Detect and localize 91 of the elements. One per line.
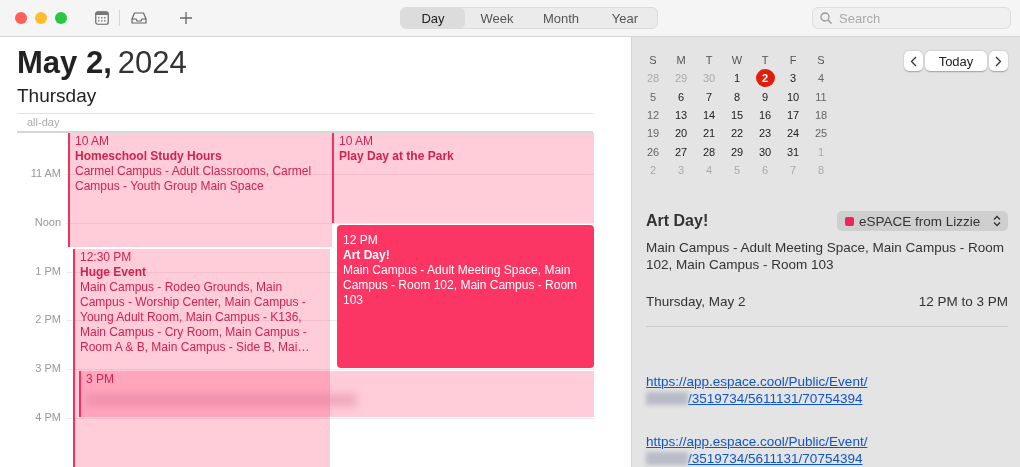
calendar-popup[interactable]: eSPACE from Lizzie [837, 211, 1008, 232]
calendar-day[interactable]: 4 [811, 69, 831, 88]
calendar-day[interactable]: 16 [755, 106, 775, 125]
hour-label: 1 PM [35, 264, 61, 277]
calendar-day[interactable]: 8 [727, 87, 747, 106]
date-heading: May 2, [17, 45, 112, 81]
event-time: 10 AM [75, 134, 111, 149]
calendar-day[interactable]: 19 [643, 124, 663, 143]
event-time: 12:30 PM [80, 250, 133, 265]
event-location: Main Campus - Adult Meeting Space, Main Campus - Room 102, Main Campus - Room 103 [646, 239, 1005, 274]
view-tab[interactable]: Week [465, 8, 529, 28]
calendar-event[interactable]: 12 PM Art Day! Main Campus - Adult Meeting Space, Main Campus - Room 102, Main Campus - Room 103 [337, 225, 594, 368]
calendar-day[interactable]: 24 [783, 124, 803, 143]
event-title: Play Day at the Park [339, 149, 455, 164]
calendar-day[interactable]: 11 [811, 87, 831, 106]
calendar-day[interactable]: 18 [811, 106, 831, 125]
calendar-event[interactable]: 10 AM Play Day at the Park [332, 133, 594, 223]
event-link[interactable]: https://app.espace.cool/Public/Event/ [646, 433, 868, 451]
next-button[interactable] [989, 51, 1008, 71]
event-link[interactable]: /3519734/5611131/70754394 [688, 390, 863, 408]
event-title: Art Day! [343, 248, 391, 263]
calendar-day[interactable]: 28 [699, 142, 719, 161]
view-tab[interactable]: Day [401, 8, 465, 28]
calendar-event[interactable] [73, 249, 330, 467]
weekday-header: T [760, 54, 770, 67]
calendar-day[interactable]: 6 [671, 87, 691, 106]
year-heading: 2024 [117, 45, 187, 81]
calendar-day[interactable]: 31 [783, 142, 803, 161]
blurred-text [646, 392, 688, 406]
weekday-label: Thursday [17, 85, 98, 107]
calendar-day[interactable]: 22 [727, 124, 747, 143]
hour-label: Noon [34, 215, 61, 228]
search-field[interactable]: Search [812, 7, 1011, 29]
calendar-day[interactable]: 25 [811, 124, 831, 143]
view-tab[interactable]: Year [593, 8, 657, 28]
add-icon[interactable] [180, 12, 192, 24]
weekday-header: W [730, 54, 744, 67]
chevron-right-icon [995, 55, 1002, 67]
calendar-day[interactable]: 23 [755, 124, 775, 143]
weekday-header: T [704, 54, 714, 67]
chevron-left-icon [910, 55, 917, 67]
calendar-day[interactable]: 15 [727, 106, 747, 125]
calendar-day[interactable]: 17 [783, 106, 803, 125]
hour-label: 2 PM [35, 313, 61, 326]
blurred-text [646, 452, 688, 466]
calendar-day[interactable]: 2 [755, 69, 775, 88]
calendar-day[interactable]: 1 [727, 69, 747, 88]
calendar-day[interactable]: 21 [699, 124, 719, 143]
weekday-header: S [648, 54, 658, 67]
event-title: Art Day! [646, 212, 709, 231]
calendar-day[interactable]: 12 [643, 106, 663, 125]
up-down-icon [993, 215, 1001, 228]
event-title: Huge Event [80, 265, 147, 280]
weekday-header: F [788, 54, 798, 67]
event-location: Carmel Campus - Adult Classrooms, Carmel Campus - Youth Group Main Space [75, 164, 313, 194]
hour-label: 11 AM [30, 167, 61, 179]
search-icon [820, 12, 832, 24]
event-link[interactable]: /3519734/5611131/70754394 [688, 450, 863, 467]
calendar-day[interactable]: 7 [699, 87, 719, 106]
event-location: Main Campus - Adult Meeting Space, Main Campus - Room 102, Main Campus - Room 103 [343, 263, 579, 308]
calendar-day[interactable]: 3 [783, 69, 803, 88]
all-day-label: all-day [27, 116, 60, 128]
event-date: Thursday, May 2 [646, 294, 746, 310]
calendar-day[interactable]: 9 [755, 87, 775, 106]
close-button[interactable] [15, 12, 27, 24]
calendar-day[interactable]: 14 [699, 106, 719, 125]
event-time: 10 AM [339, 134, 375, 149]
hour-label: 4 PM [35, 411, 61, 423]
calendar-icon[interactable] [95, 11, 109, 25]
view-tab[interactable]: Month [529, 8, 593, 28]
today-button[interactable]: Today [925, 51, 987, 71]
calendar-day[interactable]: 30 [755, 142, 775, 161]
calendar-day[interactable]: 26 [643, 142, 663, 161]
previous-button[interactable] [904, 51, 923, 71]
calendar-day[interactable]: 20 [671, 124, 691, 143]
event-time: 3 PM [86, 372, 115, 387]
calendar-day[interactable]: 5 [643, 87, 663, 106]
calendar-day[interactable]: 29 [727, 142, 747, 161]
calendar-event[interactable]: 10 AM Homeschool Study Hours Carmel Campus - Adult Classrooms, Carmel Campus - Youth Group Main Space [68, 133, 332, 247]
event-link[interactable]: https://app.espace.cool/Public/Event/ [646, 373, 868, 391]
inbox-icon[interactable] [131, 12, 147, 24]
event-title: Homeschool Study Hours [75, 149, 223, 164]
event-time-range: 12 PM to 3 PM [918, 294, 1008, 310]
hour-label: 3 PM [35, 362, 61, 375]
calendar-day[interactable]: 27 [671, 142, 691, 161]
weekday-header: M [675, 54, 687, 67]
calendar-day[interactable]: 10 [783, 87, 803, 106]
event-time: 12 PM [343, 233, 379, 248]
event-location: Main Campus - Rodeo Grounds, Main Campus - Worship Center, Main Campus - Young Adult Room, Main Campus - K136, Main Campus - Cry Room, Main Campus - Room A & B, Main Campus - Side B, Mai… [80, 280, 311, 355]
calendar-day[interactable]: 13 [671, 106, 691, 125]
weekday-header: S [816, 54, 826, 67]
